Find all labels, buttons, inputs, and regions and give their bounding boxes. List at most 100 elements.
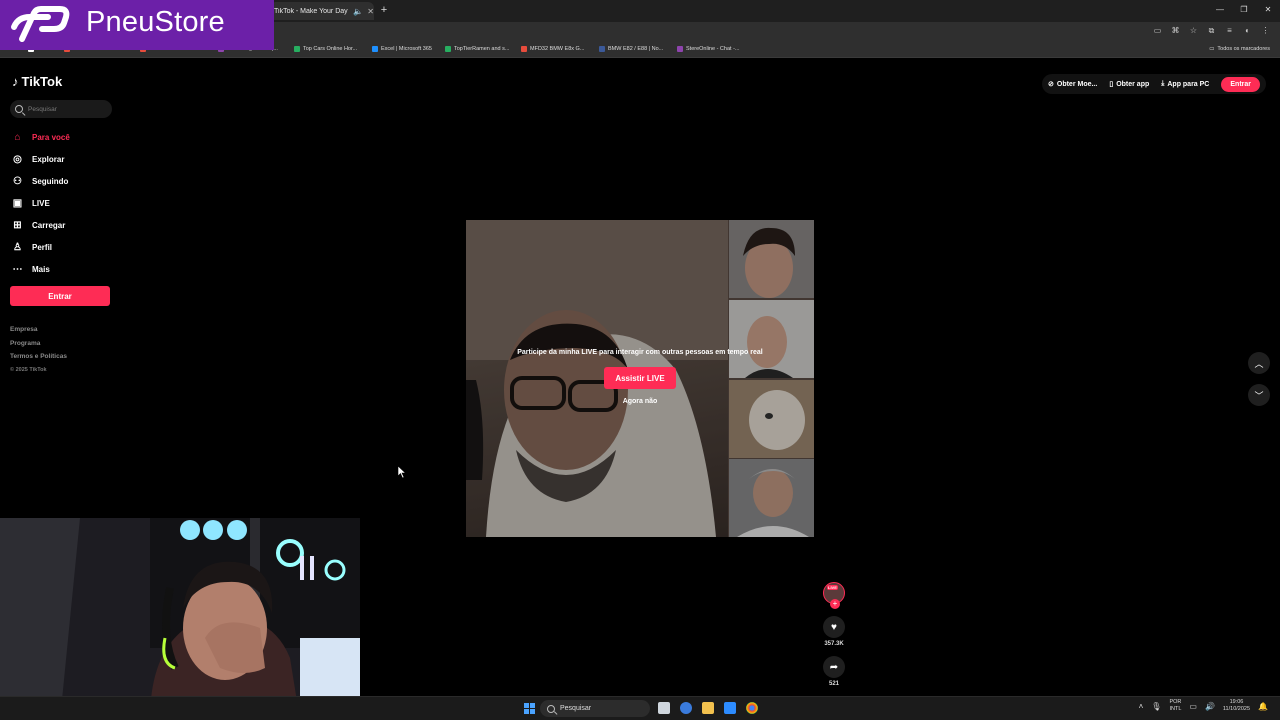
chevron-up-icon: ︿ — [1254, 358, 1264, 369]
footer-link-terms[interactable]: Termos e Políticas — [10, 353, 67, 367]
more-icon: ⋯ — [12, 263, 23, 275]
microphone-icon[interactable]: 🎙 — [1151, 702, 1161, 711]
bookmark-favicon-icon — [294, 46, 300, 52]
search-input[interactable] — [28, 105, 108, 113]
clock[interactable]: 19:06 11/10/2025 — [1223, 699, 1250, 713]
sidebar-item-live-tv[interactable]: ▣ LIVE — [12, 192, 70, 214]
get-coins-label: Obter Moe... — [1056, 80, 1098, 88]
follow-plus-icon[interactable]: + — [830, 599, 840, 609]
notifications-icon[interactable]: 🔔 — [1258, 702, 1268, 711]
mouse-cursor-icon — [398, 466, 406, 478]
tab-title: TikTok - Make Your Day — [274, 7, 348, 15]
translate-icon[interactable]: ⌘ — [1171, 26, 1180, 36]
windows-taskbar: Pesquisar ˄ 🎙 POR INTL ▭ 🔊 19:06 11/10/2… — [0, 696, 1280, 720]
tray-chevron-up-icon[interactable]: ˄ — [1139, 702, 1144, 711]
footer-link-company[interactable]: Empresa — [10, 326, 67, 340]
pneustore-mark-icon — [11, 6, 70, 42]
bookmark-label: StereOnline - Chat -... — [686, 46, 740, 52]
all-bookmarks-label: Todos os marcadores — [1217, 46, 1270, 52]
bookmark-label: Top Cars Online Hor... — [303, 46, 358, 52]
bookmark-star-icon[interactable]: ☆ — [1189, 26, 1198, 36]
profile-icon: ♙ — [13, 241, 22, 253]
creator-avatar[interactable]: LIVE + — [823, 582, 845, 609]
folder-icon: ▭ — [1209, 46, 1215, 52]
language-indicator[interactable]: POR INTL — [1169, 699, 1181, 713]
share-button[interactable]: ➦ — [823, 656, 845, 678]
cast-icon[interactable]: ▭ — [1153, 26, 1162, 36]
sidebar-nav: ⌂ Para você ◎ Explorar ⚇ Seguindo ▣ LIVE ⊞ Carreg… — [12, 126, 70, 280]
network-icon[interactable]: ▭ — [1189, 702, 1197, 711]
store-icon[interactable] — [724, 702, 736, 714]
sidebar-item-profile[interactable]: ♙ Perfil — [12, 236, 70, 258]
sidebar-item-home[interactable]: ⌂ Para você — [12, 126, 70, 148]
like-count: 357.3K — [824, 641, 844, 647]
sidebar-item-label: Carregar — [32, 220, 66, 230]
live-video-player[interactable]: Participe da minha LIVE para interagir c… — [466, 220, 814, 537]
bookmark-item[interactable]: MFD32 BMW E8x G... — [521, 46, 584, 52]
minimize-icon[interactable]: — — [1208, 0, 1232, 22]
new-tab-button[interactable]: + — [378, 4, 390, 16]
task-view-icon[interactable] — [658, 702, 670, 714]
volume-icon[interactable]: 🔊 — [1205, 702, 1215, 711]
taskbar-search[interactable]: Pesquisar — [540, 700, 650, 717]
copilot-icon[interactable] — [680, 702, 692, 714]
language-top: POR — [1169, 699, 1182, 705]
sidebar-item-following[interactable]: ⚇ Seguindo — [12, 170, 70, 192]
footer-link-program[interactable]: Programa — [10, 340, 67, 354]
get-app-button[interactable]: ▯ Obter app — [1109, 80, 1150, 89]
bookmark-label: BMW E82 / E88 | No... — [608, 46, 664, 52]
watch-live-button[interactable]: Assistir LIVE — [604, 367, 676, 389]
bookmark-item[interactable]: Excel | Microsoft 365 — [372, 46, 432, 52]
file-explorer-icon[interactable] — [702, 702, 714, 714]
bookmark-item[interactable]: BMW E82 / E88 | No... — [599, 46, 663, 52]
chevron-down-icon: ﹀ — [1254, 390, 1264, 401]
like-button[interactable]: ♥ — [823, 616, 845, 638]
not-now-button[interactable]: Agora não — [466, 398, 814, 405]
bookmark-favicon-icon — [445, 46, 451, 52]
close-window-icon[interactable]: ✕ — [1256, 0, 1280, 22]
system-tray: ˄ 🎙 POR INTL ▭ 🔊 19:06 11/10/2025 🔔 — [1139, 699, 1268, 713]
restore-icon[interactable]: ❐ — [1232, 0, 1256, 22]
compass-icon: ◎ — [13, 153, 22, 165]
search-box[interactable] — [10, 100, 112, 118]
bookmark-favicon-icon — [372, 46, 378, 52]
media-controls-icon[interactable]: ≡ — [1225, 26, 1234, 36]
sidebar-item-label: Para você — [32, 132, 70, 142]
next-video-button[interactable]: ﹀ — [1248, 384, 1270, 406]
sidebar-item-compass[interactable]: ◎ Explorar — [12, 148, 70, 170]
tab-tiktok[interactable]: TikTok - Make Your Day 🔈 ✕ — [270, 2, 374, 20]
live-badge: LIVE — [827, 585, 838, 590]
chrome-taskbar-icon[interactable] — [746, 702, 758, 714]
sidebar-login-button[interactable]: Entrar — [10, 286, 110, 306]
bookmark-favicon-icon — [599, 46, 605, 52]
profile-icon[interactable]: ◐ — [1243, 26, 1252, 36]
taskbar-search-icon — [547, 704, 555, 713]
menu-icon[interactable]: ⋮ — [1261, 26, 1270, 36]
get-app-label: Obter app — [1116, 80, 1150, 88]
tiktok-logo[interactable]: ♪ TikTok — [12, 74, 62, 89]
bookmark-item[interactable]: Top Cars Online Hor... — [294, 46, 357, 52]
coin-icon: ⊘ — [1048, 81, 1054, 88]
bookmark-item[interactable]: TopTierRamen and s... — [445, 46, 509, 52]
sidebar-footer: Empresa Programa Termos e Políticas © 20… — [10, 326, 67, 380]
speaker-icon[interactable]: 🔈 — [353, 7, 363, 16]
sidebar-item-upload[interactable]: ⊞ Carregar — [12, 214, 70, 236]
toolbar-icons: ▭ ⌘ ☆ ⧉ ≡ ◐ ⋮ — [1153, 26, 1270, 36]
window-controls: — ❐ ✕ — [1208, 0, 1280, 22]
windows-start-icon[interactable] — [524, 703, 535, 714]
pc-app-button[interactable]: ⤓ App para PC — [1161, 80, 1209, 88]
search-icon — [15, 105, 23, 113]
sidebar-item-label: Explorar — [32, 154, 65, 164]
bookmark-item[interactable]: StereOnline - Chat -... — [677, 46, 740, 52]
close-tab-icon[interactable]: ✕ — [367, 7, 374, 16]
bookmark-label: MFD32 BMW E8x G... — [530, 46, 585, 52]
header-login-button[interactable]: Entrar — [1221, 76, 1260, 92]
streamer-webcam — [0, 518, 360, 720]
taskbar-search-label: Pesquisar — [560, 705, 592, 712]
all-bookmarks-button[interactable]: ▭ Todos os marcadores — [1209, 46, 1270, 52]
pneustore-logo-overlay: PneuStore — [0, 0, 274, 50]
sidebar-item-more[interactable]: ⋯ Mais — [12, 258, 70, 280]
previous-video-button[interactable]: ︿ — [1248, 352, 1270, 374]
get-coins-button[interactable]: ⊘ Obter Moe... — [1048, 80, 1098, 89]
extensions-icon[interactable]: ⧉ — [1207, 26, 1216, 36]
